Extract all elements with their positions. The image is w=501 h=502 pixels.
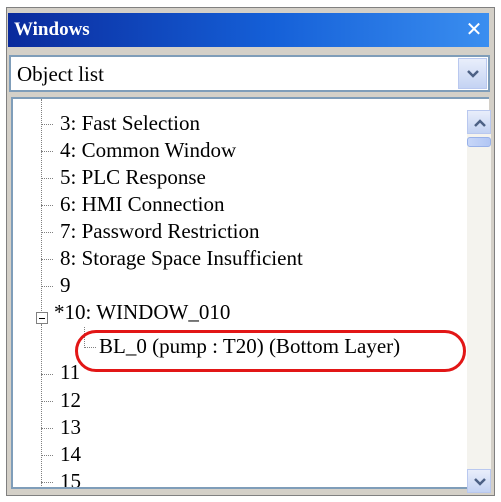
tree-connector xyxy=(41,286,53,287)
tree-connector xyxy=(41,374,53,375)
tree-item[interactable]: 14 xyxy=(60,443,81,466)
tree-item[interactable]: 13 xyxy=(60,416,81,439)
tree-connector xyxy=(41,178,53,179)
scroll-up-button[interactable] xyxy=(467,110,491,134)
close-icon: ✕ xyxy=(465,17,483,41)
tree-item[interactable]: 8: Storage Space Insufficient xyxy=(60,247,303,270)
dropdown-value: Object list xyxy=(17,62,104,86)
tree-connector xyxy=(41,482,53,483)
title-bar: Windows ✕ xyxy=(8,13,489,47)
scroll-down-button[interactable] xyxy=(467,469,491,493)
tree-item[interactable]: 5: PLC Response xyxy=(60,166,206,189)
collapse-icon[interactable] xyxy=(36,312,48,324)
tree-connector xyxy=(41,151,53,152)
tree-item[interactable]: 11 xyxy=(60,361,80,384)
window-title: Windows xyxy=(14,19,90,40)
tree-item[interactable]: 7: Password Restriction xyxy=(60,220,260,243)
tree-connector xyxy=(41,401,53,402)
tree-connector xyxy=(41,259,53,260)
tree-item-window-010[interactable]: *10: WINDOW_010 xyxy=(54,301,230,324)
close-button[interactable]: ✕ xyxy=(461,16,487,42)
tree-connector xyxy=(41,324,42,487)
tree-connector xyxy=(41,205,53,206)
tree-connector xyxy=(41,232,53,233)
tree-item[interactable]: 6: HMI Connection xyxy=(60,193,224,216)
vertical-scrollbar[interactable] xyxy=(467,110,491,493)
chevron-down-icon xyxy=(467,70,479,78)
tree-item[interactable]: 15 xyxy=(60,470,81,488)
tree-item[interactable]: 9 xyxy=(60,274,71,297)
view-dropdown[interactable]: Object list xyxy=(9,55,490,92)
scroll-thumb[interactable] xyxy=(467,137,491,147)
tree-connector xyxy=(41,428,53,429)
highlight-annotation xyxy=(75,330,466,372)
object-tree[interactable]: 3: Fast Selection 4: Common Window 5: PL… xyxy=(11,97,489,489)
tree-item[interactable]: 4: Common Window xyxy=(60,139,236,162)
tree-connector xyxy=(41,124,53,125)
chevron-up-icon xyxy=(474,119,486,127)
chevron-down-icon xyxy=(474,478,486,486)
tree-connector xyxy=(41,455,53,456)
tree-item[interactable]: 3: Fast Selection xyxy=(60,112,200,135)
dropdown-button[interactable] xyxy=(458,58,487,89)
tree-item[interactable]: 12 xyxy=(60,389,81,412)
